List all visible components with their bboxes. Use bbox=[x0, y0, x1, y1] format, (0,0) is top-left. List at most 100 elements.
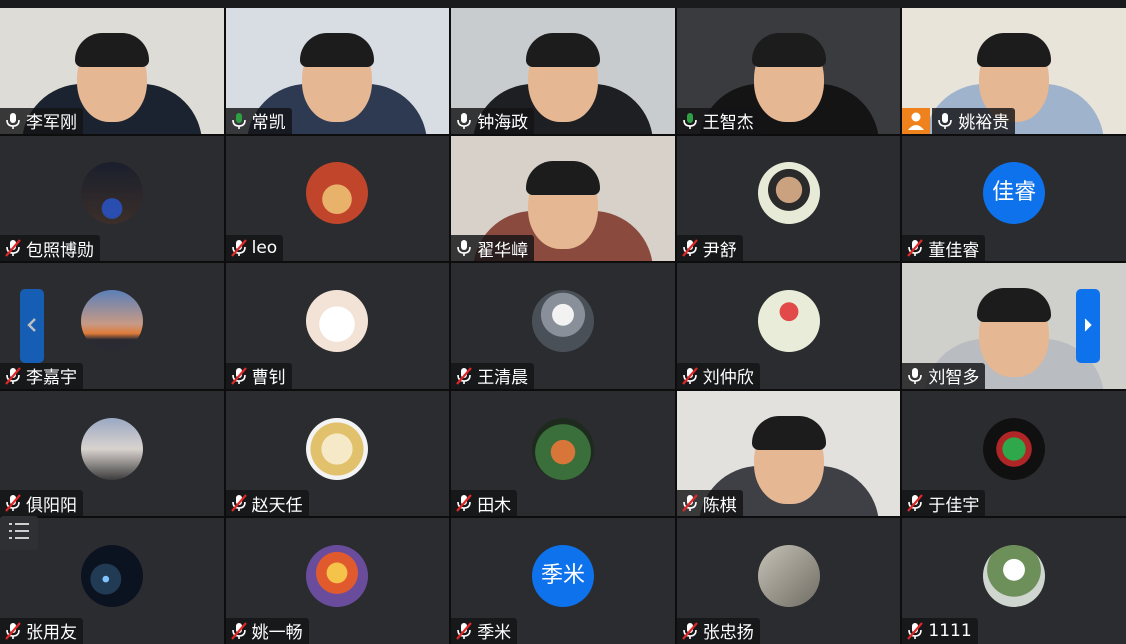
mic-icon bbox=[904, 365, 926, 387]
avatar bbox=[531, 289, 594, 352]
participant-name: 董佳睿 bbox=[928, 240, 980, 261]
mic-icon bbox=[453, 237, 475, 259]
participant-tile[interactable]: 1111 bbox=[902, 518, 1126, 644]
participant-tile[interactable]: 尹舒 bbox=[676, 135, 901, 262]
mic-icon bbox=[679, 110, 701, 132]
muted-mic-icon bbox=[2, 492, 24, 514]
muted-mic-icon bbox=[679, 365, 701, 387]
avatar bbox=[757, 545, 820, 608]
participant-tile[interactable]: 王智杰 bbox=[676, 8, 901, 134]
participant-tile[interactable]: 李军刚 bbox=[0, 8, 224, 134]
gallery-grid: 李军刚 常凯 钟海政 王智杰 姚裕贵包照博勋 leo 翟华嶂 尹舒 佳睿 董佳睿李嘉宇 曹钊 王清晨 刘… bbox=[0, 8, 1126, 644]
participant-name-label: 包照博勋 bbox=[0, 235, 100, 262]
muted-mic-icon bbox=[2, 620, 24, 642]
participant-name-label: 姚裕贵 bbox=[932, 107, 1016, 134]
participant-name-label: 常凯 bbox=[225, 107, 292, 134]
participant-tile[interactable]: 姚一畅 bbox=[225, 518, 450, 644]
muted-mic-icon bbox=[904, 237, 926, 259]
participant-name: 李军刚 bbox=[26, 113, 77, 134]
participant-tile[interactable]: 于佳宇 bbox=[902, 390, 1126, 517]
avatar bbox=[80, 289, 143, 352]
participant-name: 常凯 bbox=[251, 113, 286, 134]
participant-name-label: 刘智多 bbox=[902, 362, 986, 389]
muted-mic-icon bbox=[228, 620, 250, 642]
muted-mic-icon bbox=[228, 237, 250, 259]
avatar bbox=[306, 289, 369, 352]
avatar bbox=[80, 417, 143, 480]
muted-mic-icon bbox=[679, 492, 701, 514]
muted-mic-icon bbox=[228, 365, 250, 387]
participant-tile[interactable]: 赵天任 bbox=[225, 390, 450, 517]
muted-mic-icon bbox=[679, 237, 701, 259]
participant-name: 季米 bbox=[477, 623, 512, 644]
participant-tile[interactable]: 田木 bbox=[451, 390, 675, 517]
participant-name-label: 李嘉宇 bbox=[0, 362, 83, 389]
participant-tile[interactable]: 翟华嶂 bbox=[451, 135, 675, 262]
participant-tile[interactable]: 刘仲欣 bbox=[676, 263, 901, 389]
participant-name-label: 姚一畅 bbox=[225, 617, 309, 644]
participant-name: 张用友 bbox=[26, 623, 77, 644]
muted-mic-icon bbox=[453, 620, 475, 642]
participant-name-label: 张用友 bbox=[0, 617, 83, 644]
participant-name-label: 翟华嶂 bbox=[451, 235, 535, 262]
participant-name-label: 钟海政 bbox=[451, 107, 535, 134]
participant-name: 翟华嶂 bbox=[477, 240, 529, 261]
chevron-left-icon bbox=[27, 317, 37, 336]
avatar bbox=[306, 162, 369, 225]
participant-name: 李嘉宇 bbox=[26, 368, 77, 389]
host-badge-icon bbox=[902, 107, 931, 134]
participant-name-label: leo bbox=[225, 235, 284, 262]
participant-tile[interactable]: 季米 季米 bbox=[451, 518, 675, 644]
avatar bbox=[80, 162, 143, 225]
muted-mic-icon bbox=[679, 620, 701, 642]
participant-name: 陈棋 bbox=[702, 495, 737, 516]
avatar bbox=[983, 545, 1046, 608]
participant-name-label: 董佳睿 bbox=[902, 235, 986, 262]
participant-tile[interactable]: 张忠扬 bbox=[676, 518, 901, 644]
chevron-right-icon bbox=[1083, 317, 1093, 336]
participant-name-label: 尹舒 bbox=[676, 235, 743, 262]
mic-icon bbox=[228, 110, 250, 132]
participant-name-label: 张忠扬 bbox=[676, 617, 760, 644]
participant-name-label: 陈棋 bbox=[676, 490, 743, 517]
avatar bbox=[757, 162, 820, 225]
muted-mic-icon bbox=[228, 492, 250, 514]
participant-name-label: 俱阳阳 bbox=[0, 490, 83, 517]
participant-name: 王清晨 bbox=[477, 368, 529, 389]
next-page-button[interactable] bbox=[1076, 289, 1100, 363]
participant-tile[interactable]: 姚裕贵 bbox=[902, 8, 1126, 134]
participant-tile[interactable]: 佳睿 董佳睿 bbox=[902, 135, 1126, 262]
participant-tile[interactable]: 俱阳阳 bbox=[0, 390, 224, 517]
participant-name: 姚裕贵 bbox=[958, 113, 1010, 134]
participant-name-label: 赵天任 bbox=[225, 490, 309, 517]
participant-name: 姚一畅 bbox=[251, 623, 303, 644]
avatar bbox=[306, 417, 369, 480]
participant-name: 钟海政 bbox=[477, 113, 529, 134]
participant-name-label: 李军刚 bbox=[0, 107, 83, 134]
participant-name: 赵天任 bbox=[251, 495, 303, 516]
mic-icon bbox=[934, 110, 956, 132]
muted-mic-icon bbox=[453, 492, 475, 514]
avatar bbox=[80, 545, 143, 608]
participant-name-label: 刘仲欣 bbox=[676, 362, 760, 389]
avatar bbox=[757, 289, 820, 352]
participant-name: 田木 bbox=[477, 495, 512, 516]
participant-tile[interactable]: 包照博勋 bbox=[0, 135, 224, 262]
list-icon bbox=[9, 522, 29, 544]
participant-name: 刘仲欣 bbox=[702, 368, 754, 389]
avatar bbox=[306, 545, 369, 608]
muted-mic-icon bbox=[2, 237, 24, 259]
participant-tile[interactable]: 王清晨 bbox=[451, 263, 675, 389]
participant-name: 俱阳阳 bbox=[26, 495, 77, 516]
participant-tile[interactable]: 常凯 bbox=[225, 8, 450, 134]
participant-tile[interactable]: 钟海政 bbox=[451, 8, 675, 134]
participant-tile[interactable]: 陈棋 bbox=[676, 390, 901, 517]
participant-name: 尹舒 bbox=[702, 240, 737, 261]
participant-tile[interactable]: leo bbox=[225, 135, 450, 262]
avatar: 佳睿 bbox=[983, 162, 1046, 225]
previous-page-button[interactable] bbox=[20, 289, 44, 363]
participant-name: 1111 bbox=[928, 620, 972, 641]
participant-tile[interactable]: 曹钊 bbox=[225, 263, 450, 389]
participant-name: 王智杰 bbox=[702, 113, 754, 134]
participant-list-button[interactable] bbox=[0, 516, 38, 550]
